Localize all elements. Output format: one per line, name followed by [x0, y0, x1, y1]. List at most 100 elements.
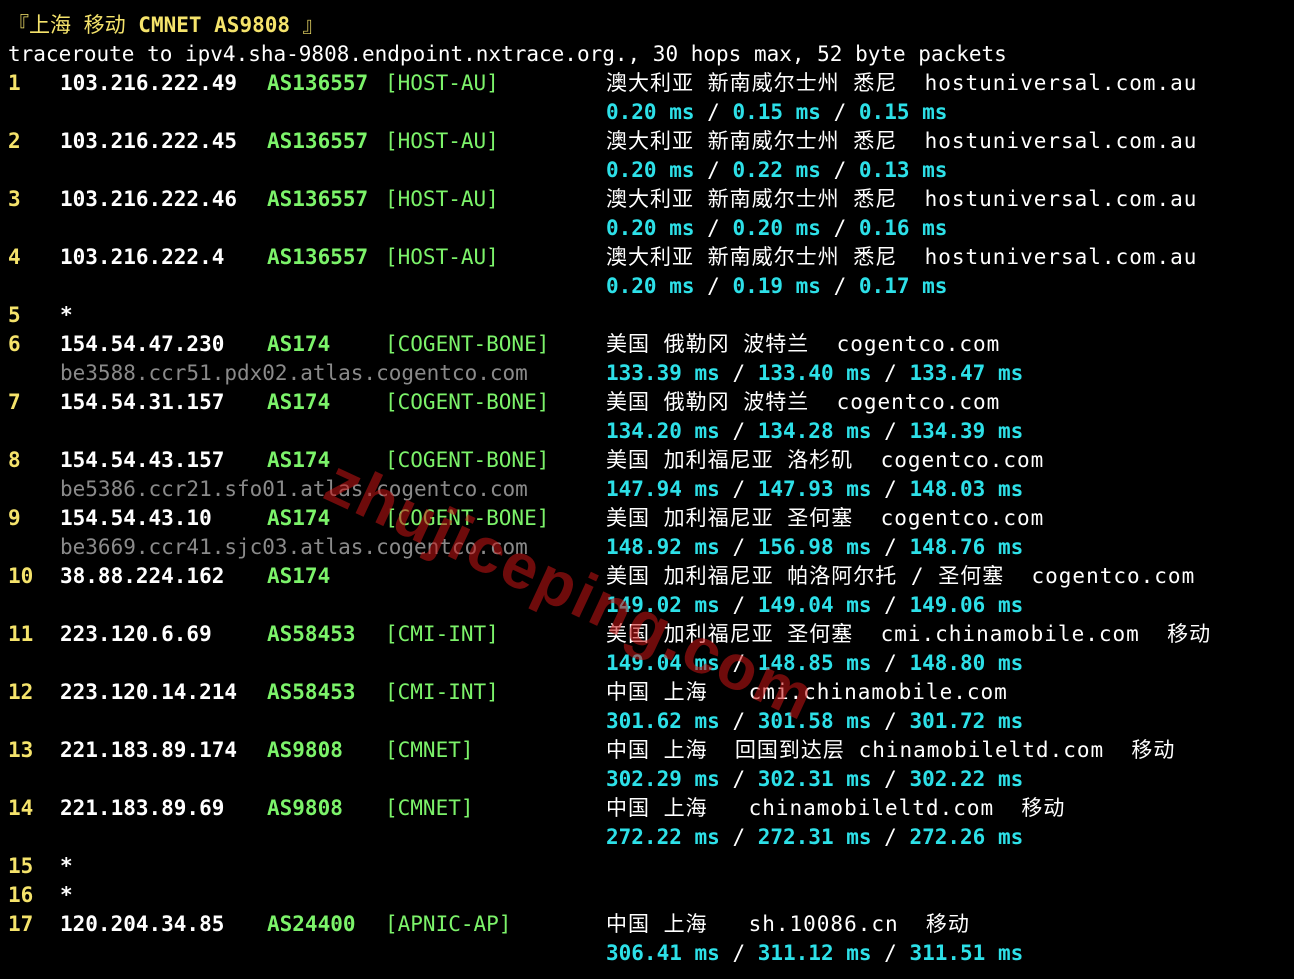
latency-separator: /: [820, 216, 859, 240]
latency-value: 0.15 ms: [858, 100, 948, 124]
latency-separator: /: [871, 709, 910, 733]
hop-asn: AS136557: [267, 245, 369, 269]
hop-ip: 154.54.31.157: [60, 390, 225, 414]
latency-separator: /: [820, 274, 859, 298]
hop-ip: 103.216.222.49: [60, 71, 238, 95]
hop-reverse-dns: be5386.ccr21.sfo01.atlas.cogentco.com: [60, 477, 528, 501]
latency-value: 0.17 ms: [858, 274, 948, 298]
latency-separator: /: [719, 709, 758, 733]
latency-value: 0.16 ms: [858, 216, 948, 240]
title-network: CMNET AS9808: [138, 13, 291, 37]
hop-geo-location: 澳大利亚 新南威尔士州 悉尼 hostuniversal.com.au: [606, 187, 1198, 211]
latency-separator: /: [820, 158, 859, 182]
latency-value: 149.04 ms: [606, 651, 720, 675]
hop-asn: AS136557: [267, 129, 369, 153]
hop-network-tag: [CMI-INT]: [385, 680, 499, 704]
hop-geo-location: 美国 加利福尼亚 圣何塞 cogentco.com: [606, 506, 1045, 530]
hop-latency: 133.39 ms / 133.40 ms / 133.47 ms: [606, 359, 1023, 388]
latency-value: 148.03 ms: [909, 477, 1024, 501]
hop-asn: AS136557: [267, 187, 369, 211]
hop-asn: AS9808: [267, 796, 343, 820]
hop-ip: 103.216.222.45: [60, 129, 238, 153]
hop-network-tag: [COGENT-BONE]: [385, 390, 550, 414]
latency-value: 133.40 ms: [757, 361, 872, 385]
latency-separator: /: [694, 158, 733, 182]
hop-number: 8: [8, 448, 21, 472]
hop-ip: 223.120.14.214: [60, 680, 238, 704]
latency-value: 301.58 ms: [757, 709, 872, 733]
hop-ip: 38.88.224.162: [60, 564, 225, 588]
hop-network-tag: [CMNET]: [385, 796, 474, 820]
latency-value: 0.20 ms: [732, 216, 821, 240]
hop-number: 15: [8, 854, 34, 878]
latency-value: 156.98 ms: [757, 535, 872, 559]
hop-latency: 302.29 ms / 302.31 ms / 302.22 ms: [606, 765, 1023, 794]
hop-number: 3: [8, 187, 21, 211]
latency-value: 0.20 ms: [606, 100, 695, 124]
hop-network-tag: [HOST-AU]: [385, 129, 499, 153]
title-region: 『上海 移动: [8, 13, 139, 37]
hop-latency: 0.20 ms / 0.15 ms / 0.15 ms: [606, 98, 947, 127]
hop-ip: 154.54.43.157: [60, 448, 225, 472]
latency-value: 0.20 ms: [606, 158, 695, 182]
latency-separator: /: [871, 419, 910, 443]
hop-latency: 0.20 ms / 0.22 ms / 0.13 ms: [606, 156, 947, 185]
latency-value: 0.22 ms: [732, 158, 821, 182]
latency-value: 306.41 ms: [606, 941, 720, 965]
hop-geo-location: 美国 俄勒冈 波特兰 cogentco.com: [606, 332, 1001, 356]
hop-latency: 0.20 ms / 0.19 ms / 0.17 ms: [606, 272, 947, 301]
latency-value: 272.26 ms: [909, 825, 1024, 849]
hop-asn: AS58453: [267, 622, 356, 646]
hop-latency: 149.04 ms / 148.85 ms / 148.80 ms: [606, 649, 1023, 678]
latency-separator: /: [719, 361, 758, 385]
latency-value: 148.92 ms: [606, 535, 720, 559]
hop-number: 16: [8, 883, 34, 907]
hop-latency: 272.22 ms / 272.31 ms / 272.26 ms: [606, 823, 1023, 852]
latency-value: 302.29 ms: [606, 767, 720, 791]
hop-ip: 221.183.89.174: [60, 738, 238, 762]
hop-network-tag: [COGENT-BONE]: [385, 506, 550, 530]
hop-reverse-dns: be3588.ccr51.pdx02.atlas.cogentco.com: [60, 361, 528, 385]
latency-separator: /: [871, 767, 910, 791]
hop-geo-location: 中国 上海 回国到达层 chinamobileltd.com 移动: [606, 738, 1176, 762]
hop-geo-location: 美国 俄勒冈 波特兰 cogentco.com: [606, 390, 1001, 414]
latency-value: 148.85 ms: [757, 651, 872, 675]
latency-separator: /: [719, 593, 758, 617]
hop-geo-location: 美国 加利福尼亚 帕洛阿尔托 / 圣何塞 cogentco.com: [606, 564, 1196, 588]
latency-separator: /: [719, 651, 758, 675]
latency-value: 148.80 ms: [909, 651, 1024, 675]
hop-ip: *: [60, 303, 73, 327]
latency-value: 272.31 ms: [757, 825, 872, 849]
hop-network-tag: [HOST-AU]: [385, 71, 499, 95]
hop-number: 2: [8, 129, 21, 153]
hop-geo-location: 美国 加利福尼亚 圣何塞 cmi.chinamobile.com 移动: [606, 622, 1212, 646]
hop-geo-location: 中国 上海 cmi.chinamobile.com: [606, 680, 1008, 704]
hop-latency: 147.94 ms / 147.93 ms / 148.03 ms: [606, 475, 1023, 504]
hop-network-tag: [CMNET]: [385, 738, 474, 762]
hop-asn: AS174: [267, 448, 331, 472]
latency-value: 0.15 ms: [732, 100, 821, 124]
hop-asn: AS58453: [267, 680, 356, 704]
latency-value: 272.22 ms: [606, 825, 720, 849]
latency-value: 149.06 ms: [909, 593, 1024, 617]
latency-separator: /: [820, 100, 859, 124]
latency-separator: /: [694, 100, 733, 124]
latency-separator: /: [694, 274, 733, 298]
hop-latency: 301.62 ms / 301.58 ms / 301.72 ms: [606, 707, 1023, 736]
latency-value: 147.94 ms: [606, 477, 720, 501]
hop-ip: *: [60, 883, 73, 907]
title-bracket: 』: [290, 13, 324, 37]
latency-separator: /: [871, 361, 910, 385]
hop-number: 5: [8, 303, 21, 327]
terminal-window[interactable]: 『上海 移动 CMNET AS9808 』 traceroute to ipv4…: [0, 0, 1294, 979]
latency-separator: /: [719, 535, 758, 559]
hop-latency: 149.02 ms / 149.04 ms / 149.06 ms: [606, 591, 1023, 620]
latency-separator: /: [871, 941, 910, 965]
latency-value: 147.93 ms: [757, 477, 872, 501]
hop-ip: 103.216.222.46: [60, 187, 238, 211]
latency-separator: /: [719, 419, 758, 443]
latency-value: 0.19 ms: [732, 274, 821, 298]
hop-geo-location: 澳大利亚 新南威尔士州 悉尼 hostuniversal.com.au: [606, 71, 1198, 95]
latency-value: 0.20 ms: [606, 216, 695, 240]
hop-ip: 103.216.222.4: [60, 245, 225, 269]
